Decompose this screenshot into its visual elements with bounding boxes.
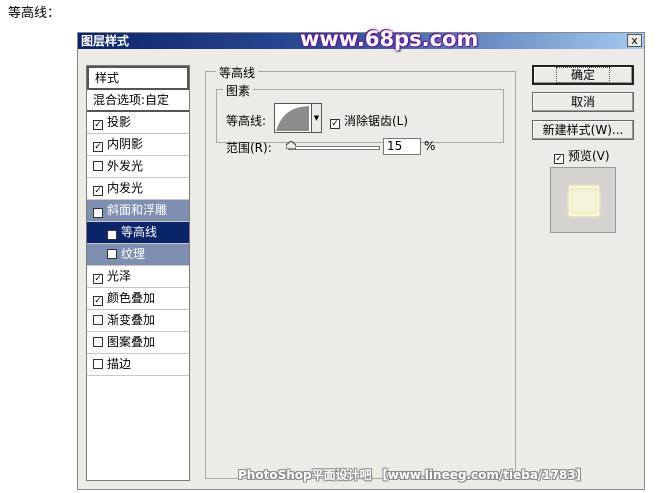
elements-group-title: 图素	[223, 82, 254, 99]
style-item-checkbox[interactable]: ✓	[107, 230, 117, 240]
style-item[interactable]: 渐变叠加	[87, 310, 189, 332]
style-item-checkbox[interactable]	[93, 315, 103, 325]
style-item-checkbox[interactable]	[93, 161, 103, 171]
range-slider-thumb[interactable]	[286, 141, 296, 149]
caption-text: 等高线：	[8, 6, 61, 21]
style-item-label: 等高线	[121, 225, 158, 239]
style-item-label: 投影	[107, 115, 132, 129]
style-item[interactable]: 图案叠加	[87, 332, 189, 354]
site-logo: www.68ps.com	[300, 27, 479, 51]
antialias-checkbox-wrap[interactable]: ✓ 消除锯齿(L)	[330, 112, 408, 129]
contour-label: 等高线:	[226, 114, 267, 128]
style-item[interactable]: ✓ 斜面和浮雕	[87, 200, 189, 222]
style-item[interactable]: ✓ 颜色叠加	[87, 288, 189, 310]
style-item-label: 内阴影	[107, 137, 144, 151]
contour-picker[interactable]	[274, 103, 312, 133]
style-item-label: 颜色叠加	[107, 291, 156, 305]
preview-thumbnail	[550, 167, 616, 233]
style-item-checkbox[interactable]	[93, 337, 103, 347]
style-item-checkbox[interactable]: ✓	[93, 186, 103, 196]
style-item-checkbox[interactable]	[93, 359, 103, 369]
preview-swatch	[569, 186, 599, 216]
style-item[interactable]: 纹理	[87, 244, 189, 266]
antialias-checkbox[interactable]: ✓	[330, 119, 340, 129]
range-input[interactable]: 15	[383, 138, 421, 155]
style-item-label: 图案叠加	[107, 335, 156, 349]
style-item[interactable]: ✓ 内发光	[87, 178, 189, 200]
range-label: 范围(R):	[226, 141, 272, 155]
style-item[interactable]: 描边	[87, 354, 189, 376]
window-title: 图层样式	[81, 34, 130, 48]
cancel-button[interactable]: 取消	[532, 92, 634, 112]
style-item-label: 纹理	[121, 247, 146, 261]
preview-label: 预览(V)	[568, 149, 610, 163]
style-item-label: 光泽	[107, 269, 132, 283]
style-list: 样式 混合选项:自定 ✓ 投影 ✓ 内阴影外发光 ✓ 内发光 ✓ 斜面和浮雕 ✓ 等高线纹理 ✓ 光泽…	[86, 65, 190, 481]
style-item-checkbox[interactable]: ✓	[93, 142, 103, 152]
contour-group-title: 等高线	[216, 64, 259, 81]
style-item[interactable]: ✓ 等高线	[87, 222, 189, 244]
antialias-label: 消除锯齿(L)	[344, 114, 409, 128]
style-item[interactable]: ✓ 内阴影	[87, 134, 189, 156]
ok-button[interactable]: 确定	[532, 65, 634, 85]
style-item[interactable]: ✓ 光泽	[87, 266, 189, 288]
style-item-label: 描边	[107, 357, 132, 371]
contour-curve-icon	[276, 106, 309, 131]
style-item[interactable]: ✓ 投影	[87, 112, 189, 134]
close-button[interactable]: x	[627, 34, 642, 47]
style-item-label: 渐变叠加	[107, 313, 156, 327]
preview-checkbox[interactable]: ✓	[554, 154, 564, 164]
new-style-button[interactable]: 新建样式(W)...	[532, 120, 634, 140]
style-item-checkbox[interactable]: ✓	[93, 296, 103, 306]
contour-dropdown-button[interactable]: ▼	[312, 103, 322, 133]
preview-checkbox-wrap[interactable]: ✓ 预览(V)	[554, 147, 610, 164]
style-item[interactable]: 外发光	[87, 156, 189, 178]
style-item-checkbox[interactable]: ✓	[93, 120, 103, 130]
range-unit: %	[424, 139, 436, 153]
style-item-label: 斜面和浮雕	[107, 203, 168, 217]
layer-style-dialog: 图层样式 www.68ps.com x 样式 混合选项:自定 ✓ 投影 ✓ 内阴影外发…	[77, 27, 645, 490]
style-item-checkbox[interactable]: ✓	[93, 274, 103, 284]
style-item-checkbox[interactable]	[107, 249, 117, 259]
watermark: PhotoShop平面设计吧 【www.lineeg.com/tieba/178…	[238, 468, 588, 482]
style-item-checkbox[interactable]: ✓	[93, 208, 103, 218]
blend-options-item[interactable]: 混合选项:自定	[87, 90, 189, 112]
style-list-header[interactable]: 样式	[87, 66, 189, 90]
style-item-label: 内发光	[107, 181, 144, 195]
range-slider-track[interactable]	[288, 146, 380, 150]
style-item-label: 外发光	[107, 159, 144, 173]
